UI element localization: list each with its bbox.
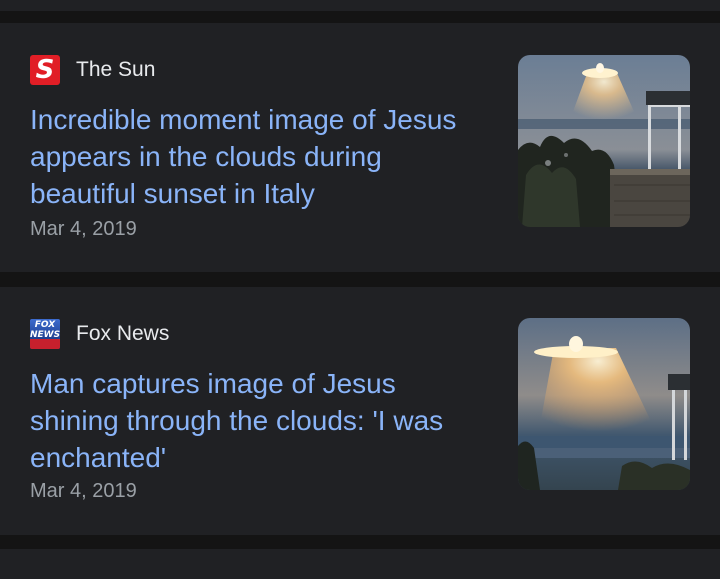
news-card-the-sun[interactable]: S The Sun Incredible moment image of Jes… (0, 23, 720, 272)
sunset-clouds-image (518, 55, 690, 227)
article-headline[interactable]: Man captures image of Jesus shining thro… (30, 365, 490, 476)
article-date: Mar 4, 2019 (30, 480, 137, 502)
fox-logo-stripe (30, 339, 60, 349)
article-date: Mar 4, 2019 (30, 218, 137, 240)
article-thumbnail[interactable] (518, 55, 690, 227)
sunset-clouds-image (518, 318, 690, 490)
source-row: FOX NEWS Fox News (30, 319, 169, 349)
the-sun-logo-icon: S (30, 55, 60, 85)
news-card-fox-news[interactable]: FOX NEWS Fox News Man captures image of J… (0, 287, 720, 535)
article-headline[interactable]: Incredible moment image of Jesus appears… (30, 101, 490, 212)
next-card-edge (0, 549, 720, 579)
source-name: The Sun (76, 58, 156, 81)
source-row: S The Sun (30, 55, 155, 85)
source-name: Fox News (76, 322, 170, 345)
logo-letter: S (35, 55, 55, 85)
fox-news-logo-icon: FOX NEWS (30, 319, 60, 349)
fox-logo-mark: FOX NEWS (30, 319, 60, 340)
previous-card-edge (0, 0, 720, 11)
article-thumbnail[interactable] (518, 318, 690, 490)
